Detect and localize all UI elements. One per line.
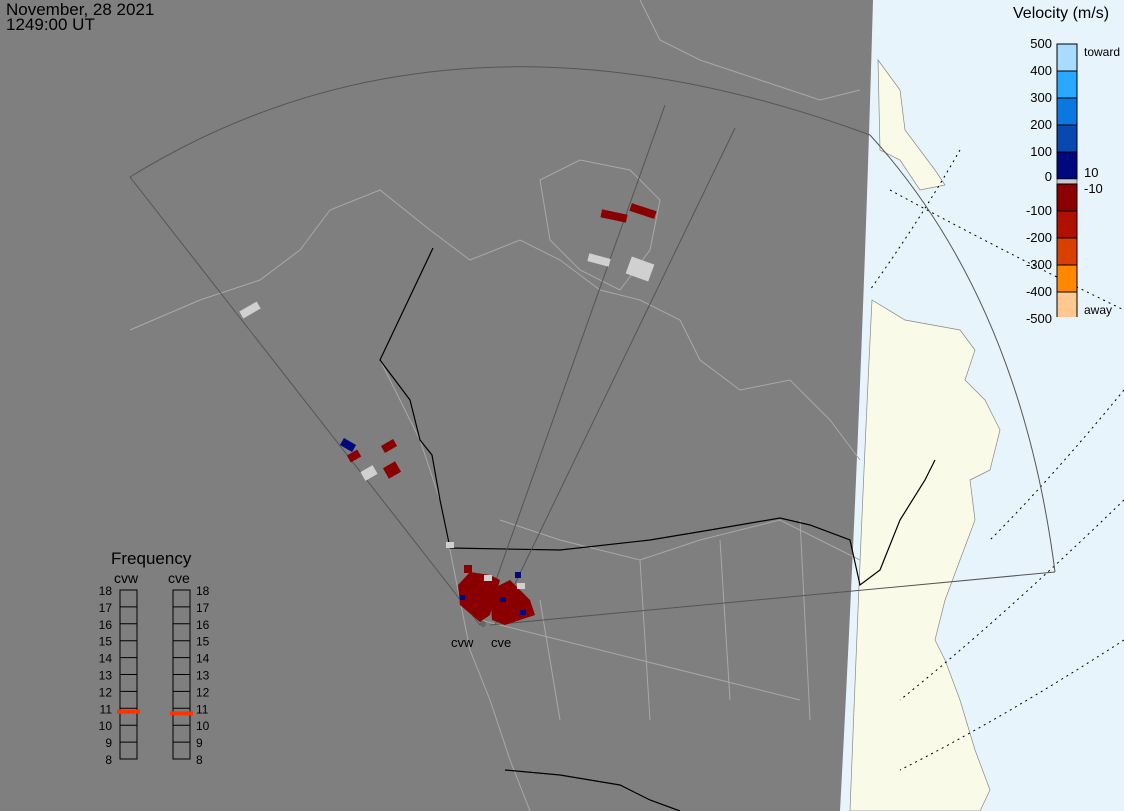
coastlines bbox=[129, 0, 861, 811]
freq-tick-right: 13 bbox=[196, 669, 210, 683]
freq-tick-right: 17 bbox=[196, 601, 210, 615]
frequency-gauges: 18 18 17 17 16 16 15 15 14 14 13 13 12 12 11 11 10 10 9 9 8 8 bbox=[99, 585, 210, 765]
colorbar-tick-label: 300 bbox=[1030, 90, 1052, 105]
freq-tick-right: 9 bbox=[196, 736, 203, 750]
time-label: 1249:00 UT bbox=[6, 15, 95, 34]
colorbar-tick-label: -300 bbox=[1025, 257, 1052, 272]
colorbar-tick-label: 200 bbox=[1030, 117, 1052, 132]
colorbar-tick-label: 500 bbox=[1030, 36, 1052, 51]
colorbar-tick-label: -200 bbox=[1025, 230, 1052, 245]
colorbar-segment bbox=[1056, 70, 1078, 99]
freq-tick-right: 11 bbox=[196, 702, 209, 716]
velocity-scale-title: Velocity (m/s) bbox=[1013, 5, 1110, 22]
freq-tick-left: 8 bbox=[105, 753, 112, 765]
site-label-cvw: cvw bbox=[451, 635, 474, 650]
freq-tick-right: 10 bbox=[196, 719, 210, 733]
colorbar-segment bbox=[1056, 210, 1078, 239]
colorbar-tick-label: -500 bbox=[1025, 311, 1052, 326]
freq-tick-right: 12 bbox=[196, 685, 210, 699]
freq-tick-left: 10 bbox=[99, 719, 113, 733]
freq-tick-right: 14 bbox=[196, 652, 210, 666]
velocity-colorbar bbox=[1056, 43, 1078, 317]
frequency-marker-cve bbox=[170, 711, 193, 716]
colorbar-tick-label: 400 bbox=[1030, 63, 1052, 78]
site-label-cve: cve bbox=[491, 635, 512, 650]
colorbar-segment bbox=[1056, 151, 1078, 180]
colorbar-segment bbox=[1056, 264, 1078, 293]
freq-tick-left: 16 bbox=[99, 618, 113, 632]
freq-tick-left: 15 bbox=[99, 635, 113, 649]
colorbar-tick-label: -400 bbox=[1025, 284, 1052, 299]
freq-radar-cve: cve bbox=[168, 570, 190, 586]
frequency-title: Frequency bbox=[111, 549, 192, 568]
freq-tick-left: 9 bbox=[105, 736, 112, 750]
freq-tick-left: 18 bbox=[99, 585, 113, 598]
colorbar-segment bbox=[1056, 97, 1078, 126]
freq-tick-left: 14 bbox=[99, 652, 113, 666]
colorbar-ground-scatter bbox=[1056, 178, 1078, 185]
freq-tick-left: 17 bbox=[99, 601, 113, 615]
freq-tick-left: 13 bbox=[99, 669, 113, 683]
freq-tick-left: 12 bbox=[99, 685, 113, 699]
velocity-echoes bbox=[239, 203, 657, 627]
colorbar-tick-label: 100 bbox=[1030, 144, 1052, 159]
colorbar-segment bbox=[1056, 237, 1078, 266]
frequency-marker-cvw bbox=[117, 709, 140, 714]
freq-tick-right: 18 bbox=[196, 585, 210, 598]
freq-tick-left: 11 bbox=[100, 702, 113, 716]
colorbar-tick-label: -100 bbox=[1025, 203, 1052, 218]
freq-tick-right: 16 bbox=[196, 618, 210, 632]
freq-tick-right: 15 bbox=[196, 635, 210, 649]
toward-label: toward bbox=[1084, 45, 1121, 59]
colorbar-segment bbox=[1056, 291, 1078, 317]
gs-upper-label: 10 bbox=[1084, 165, 1099, 180]
freq-tick-right: 8 bbox=[196, 753, 203, 765]
colorbar-tick-label: 0 bbox=[1044, 169, 1052, 184]
colorbar-segment bbox=[1056, 124, 1078, 153]
freq-radar-cvw: cvw bbox=[114, 570, 139, 586]
away-label: away bbox=[1084, 303, 1113, 317]
gs-lower-label: -10 bbox=[1084, 181, 1103, 196]
colorbar-segment bbox=[1056, 43, 1078, 72]
colorbar-segment bbox=[1056, 183, 1078, 212]
